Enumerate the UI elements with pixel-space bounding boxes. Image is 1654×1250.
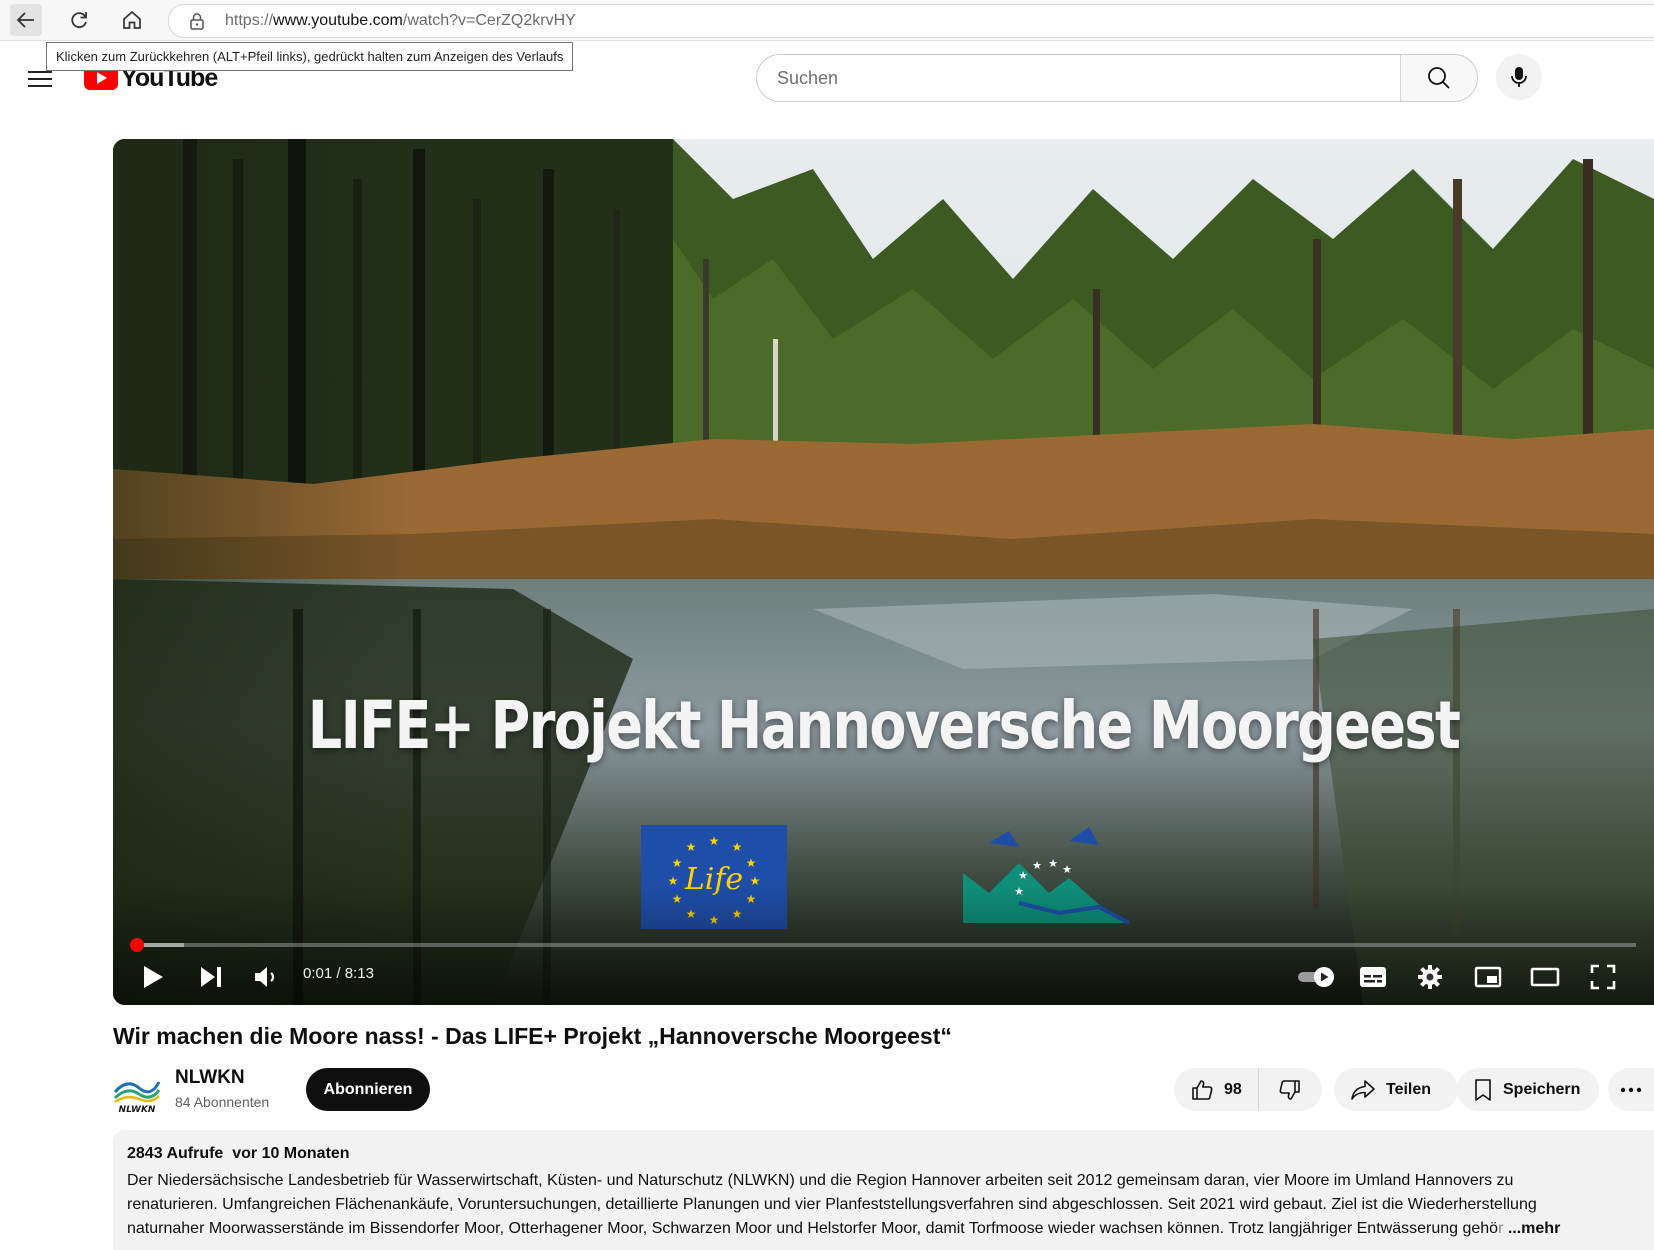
subscribe-button[interactable]: Abonnieren <box>306 1068 430 1111</box>
svg-text:★: ★ <box>1018 869 1028 882</box>
progress-scrubber[interactable] <box>130 938 145 952</box>
time-total: 8:13 <box>344 965 374 982</box>
subtitles-button[interactable] <box>1349 955 1397 999</box>
bookmark-icon <box>1473 1078 1493 1102</box>
more-actions-button[interactable] <box>1608 1068 1654 1111</box>
share-button[interactable]: Teilen <box>1334 1068 1458 1111</box>
video-frame <box>113 139 1654 1005</box>
settings-button[interactable] <box>1406 955 1454 999</box>
theater-icon <box>1530 967 1560 987</box>
arrow-left-icon <box>16 12 34 28</box>
volume-icon <box>255 967 275 987</box>
channel-name[interactable]: NLWKN <box>175 1067 245 1089</box>
video-title: Wir machen die Moore nass! - Das LIFE+ P… <box>113 1023 952 1049</box>
lock-icon <box>189 12 207 30</box>
theater-mode-button[interactable] <box>1521 955 1569 999</box>
description-line: Der Niedersächsische Landesbetrieb für W… <box>127 1172 1514 1189</box>
dislike-button[interactable] <box>1259 1068 1322 1111</box>
svg-text:★: ★ <box>686 840 697 854</box>
voice-search-button[interactable] <box>1496 54 1542 100</box>
play-icon <box>144 966 163 988</box>
svg-text:★: ★ <box>1032 859 1042 872</box>
more-horizontal-icon <box>1620 1087 1642 1092</box>
description-line: naturnaher Moorwasserstände im Bissendor… <box>127 1217 1645 1241</box>
time-separator: / <box>332 965 345 982</box>
gear-icon <box>1418 965 1442 989</box>
autoplay-icon <box>1298 967 1334 987</box>
time-display: 0:01 / 8:13 <box>303 965 374 982</box>
time-current: 0:01 <box>303 965 333 982</box>
share-label: Teilen <box>1386 1080 1432 1098</box>
play-button[interactable] <box>131 955 175 999</box>
miniplayer-icon <box>1474 966 1502 988</box>
address-bar[interactable]: https://www.youtube.com/watch?v=CerZQ2kr… <box>168 4 1654 38</box>
description-line: renaturieren. Umfangreichen Flächenankäu… <box>127 1196 1537 1213</box>
like-dislike-group: 98 <box>1174 1068 1322 1111</box>
description-box[interactable]: 2843 Aufrufe vor 10 Monaten Der Niedersä… <box>113 1130 1654 1250</box>
description-text: Der Niedersächsische Landesbetrieb für W… <box>127 1169 1645 1241</box>
show-more-link[interactable]: ...mehr <box>1508 1220 1560 1237</box>
browser-toolbar: https://www.youtube.com/watch?v=CerZQ2kr… <box>0 0 1654 41</box>
channel-logo-text: NLWKN <box>119 1105 156 1114</box>
video-player[interactable]: LIFE+ Projekt Hannoversche Moorgeest ★ ★ ★… <box>113 139 1654 1005</box>
thumbs-up-icon <box>1192 1079 1213 1100</box>
description-fade: r <box>1498 1220 1504 1237</box>
svg-text:★: ★ <box>709 834 720 848</box>
thumbs-down-icon <box>1279 1079 1301 1100</box>
svg-text:★: ★ <box>1062 863 1072 876</box>
svg-text:★: ★ <box>672 856 683 870</box>
url-prefix: https:// <box>225 12 274 29</box>
svg-text:★: ★ <box>1048 857 1058 870</box>
svg-text:★: ★ <box>732 840 743 854</box>
description-line-text: naturnaher Moorwasserstände im Bissendor… <box>127 1220 1499 1237</box>
progress-bar[interactable] <box>130 938 1636 952</box>
miniplayer-button[interactable] <box>1464 955 1512 999</box>
like-button[interactable]: 98 <box>1174 1068 1259 1111</box>
search-input[interactable] <box>757 55 1400 101</box>
share-icon <box>1350 1079 1376 1101</box>
reload-button[interactable] <box>63 4 95 36</box>
view-count-and-date: 2843 Aufrufe vor 10 Monaten <box>127 1145 350 1162</box>
subscriber-count: 84 Abonnenten <box>175 1094 270 1110</box>
channel-avatar[interactable]: NLWKN <box>113 1068 161 1114</box>
save-label: Speichern <box>1503 1080 1581 1098</box>
home-button[interactable] <box>116 4 148 36</box>
microphone-icon <box>1511 67 1527 87</box>
save-button[interactable]: Speichern <box>1457 1068 1599 1111</box>
search-button[interactable] <box>1400 55 1477 101</box>
like-count: 98 <box>1224 1080 1242 1098</box>
nlwkn-logo: NLWKN <box>113 1081 161 1114</box>
next-button[interactable] <box>189 955 233 999</box>
fullscreen-button[interactable] <box>1579 955 1627 999</box>
home-icon <box>123 10 141 29</box>
url-domain: www.youtube.com <box>273 12 403 29</box>
subtitles-icon <box>1360 967 1386 987</box>
search-icon <box>1428 67 1450 89</box>
url-text: https://www.youtube.com/watch?v=CerZQ2kr… <box>225 12 576 30</box>
autoplay-toggle[interactable] <box>1293 955 1341 999</box>
video-overlay-title: LIFE+ Projekt Hannoversche Moorgeest <box>307 687 1461 764</box>
svg-text:★: ★ <box>746 856 757 870</box>
url-path: /watch?v=CerZQ2krvHY <box>402 12 576 29</box>
back-button[interactable] <box>10 4 42 36</box>
mute-button[interactable] <box>245 955 289 999</box>
fullscreen-icon <box>1590 964 1616 990</box>
reload-icon <box>71 12 87 29</box>
back-button-tooltip: Klicken zum Zurückkehren (ALT+Pfeil link… <box>46 42 574 71</box>
skip-next-icon <box>201 967 221 987</box>
search-box <box>756 54 1478 102</box>
